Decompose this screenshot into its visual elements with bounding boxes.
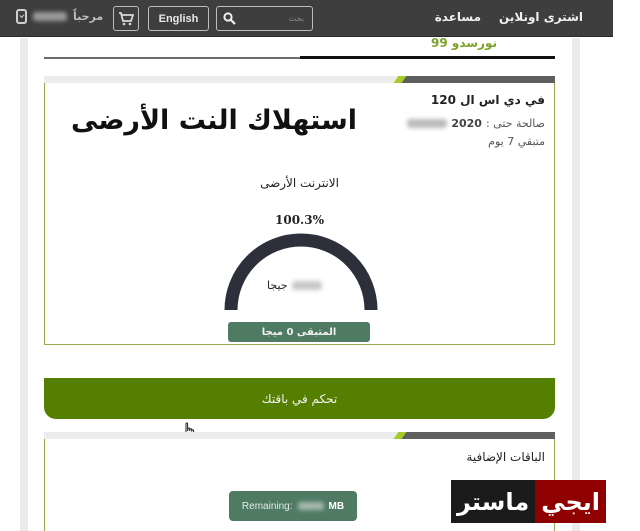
overlay-title: استهلاك النت الأرضى	[71, 105, 358, 136]
used-amount: جيجا	[267, 279, 322, 292]
masked-date	[407, 119, 448, 128]
plan-name: نورسدو 99	[430, 36, 497, 50]
page-gutter-left	[20, 38, 28, 531]
usage-gauge	[224, 233, 378, 311]
masked-username	[33, 12, 67, 21]
remaining-badge: المتبقى 0 ميجا	[228, 322, 370, 342]
site-watermark: ماستر ايجي	[451, 480, 607, 523]
card-header-dark	[398, 76, 555, 83]
usage-percent: 100.3%	[275, 213, 324, 227]
gauge-track	[224, 233, 378, 311]
card-header-dark	[398, 432, 555, 439]
masked-used-value	[291, 281, 322, 290]
gauge-label: الانترنت الأرضى	[260, 176, 339, 190]
package-title: في دي اس ال 120	[430, 93, 545, 107]
used-unit: جيجا	[267, 279, 288, 292]
plan-divider	[44, 57, 300, 59]
gauge-fill	[224, 233, 378, 311]
watermark-red: ايجي	[535, 480, 607, 523]
addons-remaining-badge: Remaining: MB	[229, 491, 357, 521]
usage-card: في دي اس ال 120 صالحة حتى : 2020 متبقي 7…	[44, 76, 555, 345]
nav-help[interactable]: مساعدة	[435, 10, 481, 24]
greeting-text: مرحباً	[73, 10, 104, 23]
phone-icon	[16, 9, 27, 24]
remaining-label: Remaining:	[241, 500, 293, 512]
cart-icon	[119, 11, 134, 25]
user-account-menu[interactable]: مرحباً	[16, 9, 103, 24]
card-header-stripe	[44, 432, 555, 439]
top-nav-bar: مرحباً English اشترى اونلاين مساعدة	[0, 0, 613, 37]
main-nav: اشترى اونلاين مساعدة	[435, 10, 583, 24]
usage-card-body: في دي اس ال 120 صالحة حتى : 2020 متبقي 7…	[44, 83, 555, 345]
masked-remaining-value	[297, 502, 324, 510]
page-gutter-right	[572, 38, 580, 531]
remaining-unit: MB	[328, 500, 345, 512]
nav-buy-online[interactable]: اشترى اونلاين	[499, 10, 583, 24]
watermark-black: ماستر	[451, 480, 536, 523]
plan-divider-active	[300, 56, 555, 59]
addons-title: الباقات الإضافية	[466, 450, 545, 464]
manage-package-button[interactable]: تحكم في باقتك	[44, 378, 555, 419]
search-input[interactable]	[244, 14, 304, 23]
search-box[interactable]	[216, 6, 313, 31]
search-icon[interactable]	[223, 12, 236, 25]
card-header-stripe	[44, 76, 555, 83]
language-toggle-button[interactable]: English	[148, 6, 209, 31]
validity-year: 2020	[451, 117, 482, 130]
days-remaining: متبقي 7 يوم	[488, 135, 545, 148]
cart-button[interactable]	[113, 6, 139, 31]
validity-date: صالحة حتى : 2020	[407, 117, 545, 130]
validity-label: صالحة حتى :	[485, 117, 545, 130]
